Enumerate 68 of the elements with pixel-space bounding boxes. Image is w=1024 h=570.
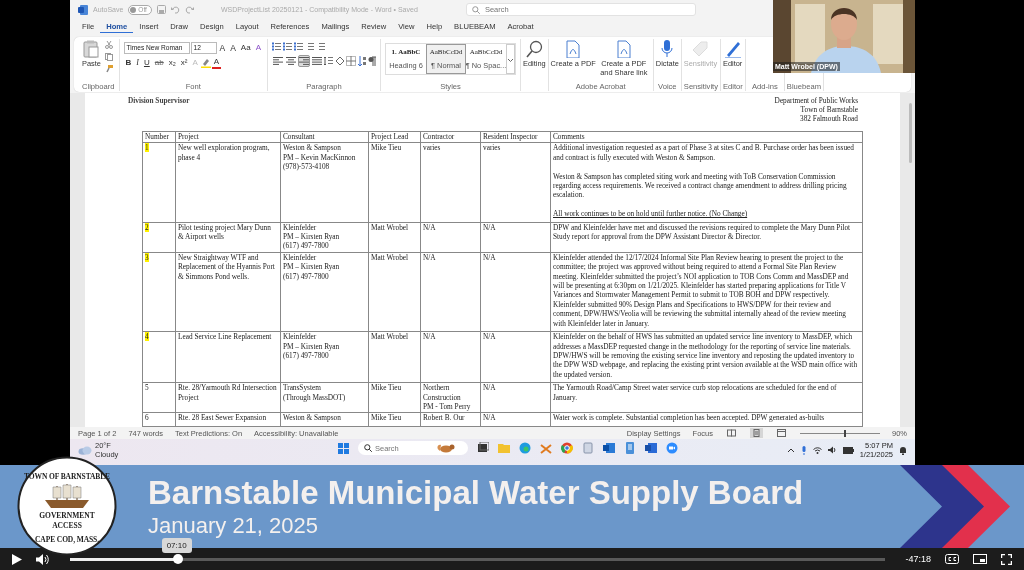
task-view-icon[interactable] — [477, 442, 489, 454]
browser-icon[interactable] — [561, 442, 573, 454]
format-button[interactable]: ab — [152, 57, 166, 69]
volume-icon[interactable] — [36, 553, 50, 565]
alignment-button[interactable] — [285, 55, 297, 67]
progress-thumb[interactable] — [172, 553, 183, 564]
format-button[interactable]: x² — [178, 57, 190, 69]
search-icon — [525, 40, 544, 58]
format-button[interactable]: A — [228, 42, 238, 54]
format-button[interactable]: x₂ — [166, 57, 178, 69]
search-icon — [364, 444, 372, 452]
increase-indent-icon[interactable] — [316, 42, 326, 52]
format-button[interactable]: A — [211, 57, 222, 69]
multilevel-list-icon[interactable] — [294, 42, 304, 52]
wifi-icon[interactable] — [812, 446, 822, 454]
pen-icon — [723, 40, 742, 58]
notes-icon[interactable] — [624, 442, 636, 454]
cut-icon[interactable] — [104, 41, 113, 49]
clipboard-icon — [83, 40, 100, 58]
document-icon[interactable] — [645, 442, 657, 454]
banner-title: Barnstable Municipal Water Supply Board — [148, 473, 805, 513]
pdf-icon — [614, 40, 633, 58]
microphone-icon[interactable] — [800, 445, 807, 455]
format-button[interactable]: Aa — [238, 42, 253, 54]
format-button[interactable]: I — [134, 57, 141, 69]
alignment-button[interactable] — [272, 55, 284, 67]
view-button[interactable] — [725, 428, 738, 438]
copy-icon[interactable] — [104, 53, 113, 61]
view-button[interactable] — [775, 428, 788, 438]
browser-icon[interactable] — [519, 442, 531, 454]
format-button[interactable]: A — [217, 42, 228, 54]
highlighter-icon[interactable] — [200, 58, 211, 68]
remaining-time: -47:18 — [905, 554, 931, 564]
sort-icon[interactable] — [357, 56, 367, 66]
speaker-icon[interactable] — [827, 446, 837, 454]
notification-icon[interactable] — [899, 445, 907, 455]
banner-date: January 21, 2025 — [148, 513, 320, 539]
format-button[interactable]: A — [253, 42, 263, 54]
line-spacing-icon[interactable] — [324, 56, 334, 66]
app-icon[interactable] — [540, 442, 552, 454]
mail-icon[interactable] — [603, 442, 615, 454]
captions-icon[interactable] — [945, 554, 959, 564]
decrease-indent-icon[interactable] — [305, 42, 315, 52]
search-icon — [471, 5, 480, 14]
numbering-icon[interactable] — [283, 42, 293, 52]
fullscreen-icon[interactable] — [1001, 553, 1012, 565]
borders-icon[interactable] — [346, 56, 356, 66]
chevron-up-icon[interactable] — [786, 447, 795, 453]
alignment-button[interactable] — [298, 55, 310, 67]
bullets-icon[interactable] — [272, 42, 282, 52]
shading-icon[interactable] — [335, 56, 345, 66]
alignment-button[interactable] — [311, 55, 323, 67]
brush-icon[interactable] — [104, 65, 113, 73]
start-icon[interactable] — [338, 442, 349, 454]
tag-icon — [691, 40, 710, 58]
play-icon[interactable] — [12, 553, 22, 565]
format-button[interactable]: U — [141, 57, 152, 69]
pilcrow-icon[interactable] — [368, 56, 376, 66]
battery-icon[interactable] — [842, 446, 854, 454]
pdf-icon — [564, 40, 583, 58]
word-icon — [78, 4, 88, 15]
video-call-icon[interactable] — [666, 442, 678, 454]
ship-drawing — [45, 483, 89, 508]
progress-bar[interactable] — [70, 557, 886, 561]
format-button[interactable]: B — [123, 57, 134, 69]
scrollbar[interactable] — [909, 103, 912, 163]
view-button[interactable] — [750, 428, 763, 438]
picture-in-picture-icon[interactable] — [973, 554, 987, 564]
